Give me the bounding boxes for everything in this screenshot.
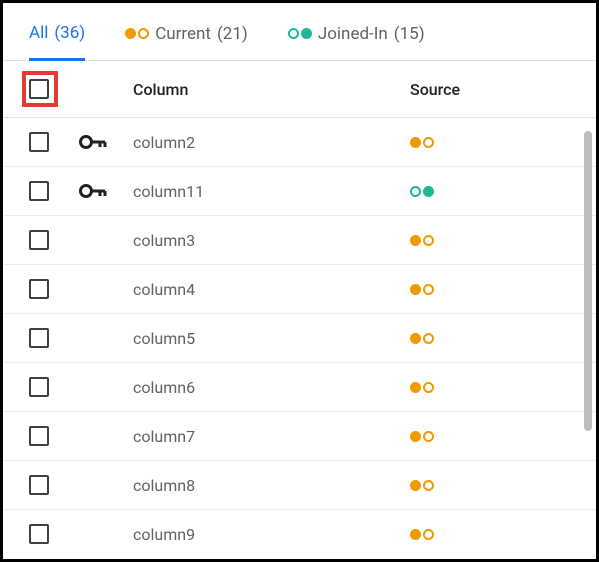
column-source [410,280,570,299]
table-row: column4 [3,265,596,314]
column-source [410,427,570,446]
row-checkbox[interactable] [29,230,49,250]
column-name: column6 [133,378,410,397]
row-checkbox[interactable] [29,279,49,299]
table-row: column9 [3,510,596,556]
column-source [410,231,570,250]
column-source [410,525,570,544]
column-source [410,476,570,495]
tabs-bar: All (36) Current (21) Joined-In (15) [3,3,596,61]
tab-all-count: (36) [54,23,85,43]
table-row: column11 [3,167,596,216]
column-name: column3 [133,231,410,250]
tab-all[interactable]: All (36) [29,21,85,61]
column-source [410,378,570,397]
tab-all-label: All [29,23,48,43]
row-checkbox[interactable] [29,524,49,544]
current-source-icon [410,382,434,393]
table-row: column6 [3,363,596,412]
tab-joined-in[interactable]: Joined-In (15) [288,21,425,60]
table-row: column7 [3,412,596,461]
column-name: column8 [133,476,410,495]
header-column: Column [133,80,410,99]
scrollbar[interactable] [584,131,592,431]
select-all-checkbox[interactable] [29,79,49,99]
current-source-icon [410,480,434,491]
table-row: column8 [3,461,596,510]
header-source: Source [410,80,570,99]
column-name: column7 [133,427,410,446]
joined-source-icon [410,186,434,197]
key-icon [79,134,107,150]
row-checkbox[interactable] [29,132,49,152]
row-checkbox[interactable] [29,475,49,495]
table-row: column2 [3,118,596,167]
column-source [410,182,570,201]
column-name: column4 [133,280,410,299]
current-source-icon [410,235,434,246]
column-source [410,133,570,152]
tab-joined-label: Joined-In [318,24,388,44]
table-row: column3 [3,216,596,265]
current-source-icon [410,431,434,442]
rows-container: column2 column11 column3 column4 [3,118,596,556]
current-source-icon [125,28,149,39]
columns-table: Column Source column2 column11 [3,61,596,559]
column-name: column9 [133,525,410,544]
row-checkbox[interactable] [29,181,49,201]
column-source [410,329,570,348]
column-picker-panel: All (36) Current (21) Joined-In (15) Col… [0,0,599,562]
current-source-icon [410,333,434,344]
tab-current-count: (21) [217,24,248,44]
tab-current[interactable]: Current (21) [125,21,248,60]
column-name: column2 [133,133,410,152]
tab-current-label: Current [155,24,211,44]
key-icon [79,183,107,199]
current-source-icon [410,529,434,540]
current-source-icon [410,284,434,295]
table-row: column5 [3,314,596,363]
tab-joined-count: (15) [394,24,425,44]
column-name: column11 [133,182,410,201]
row-checkbox[interactable] [29,328,49,348]
row-checkbox[interactable] [29,426,49,446]
column-name: column5 [133,329,410,348]
current-source-icon [410,137,434,148]
joined-source-icon [288,28,312,39]
table-header-row: Column Source [3,61,596,118]
row-checkbox[interactable] [29,377,49,397]
